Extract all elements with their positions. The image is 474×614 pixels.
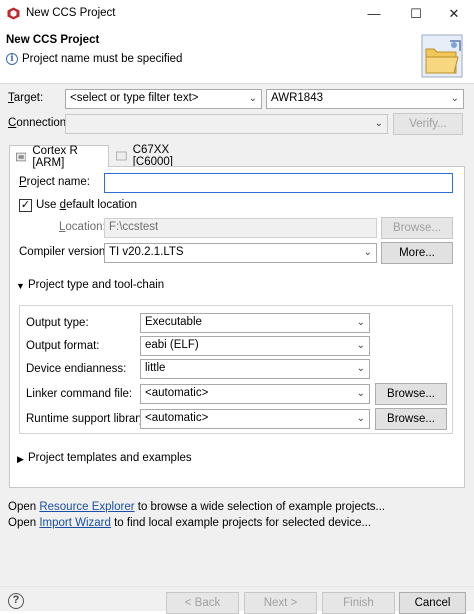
output-format-combo[interactable]: eabi (ELF) ⌄ [140,336,370,356]
minimize-icon: — [367,6,381,21]
verify-button[interactable]: Verify... [393,113,463,135]
use-default-location-checkbox[interactable]: ✓ [19,199,32,212]
more-button[interactable]: More... [381,242,453,264]
tab-label: C67XX [C6000] [132,144,173,168]
device-value: AWR1843 [271,92,323,104]
help-icon[interactable]: ? [8,593,24,609]
location-label: Location: [59,221,106,233]
browse-label: Browse... [387,413,435,425]
more-label: More... [399,247,435,259]
footer-divider [0,586,474,587]
title-bar: New CCS Project — ☐ ✕ [0,0,474,27]
target-filter-combo[interactable]: <select or type filter text> ⌄ [65,89,262,109]
project-name-label: Project name: [19,176,90,188]
import-wizard-link[interactable]: Import Wizard [39,517,111,529]
templates-section-label[interactable]: Project templates and examples [28,452,192,464]
runtime-support-library-label: Runtime support library: [26,413,149,425]
line-suffix: to find local example projects for selec… [110,517,372,529]
processor-icon [116,151,127,161]
location-browse-button[interactable]: Browse... [381,217,453,239]
location-input[interactable]: F:\ccstest [104,218,377,238]
target-filter-text: <select or type filter text> [70,92,199,104]
close-button[interactable]: ✕ [434,0,474,27]
wizard-header: New CCS Project i Project name must be s… [0,27,474,84]
linker-command-file-value: <automatic> [145,387,209,399]
runtime-browse-button[interactable]: Browse... [375,408,447,430]
maximize-button[interactable]: ☐ [396,0,436,27]
compiler-version-label: Compiler version: [19,246,109,258]
new-project-folder-icon [421,34,463,78]
device-combo[interactable]: AWR1843 ⌄ [266,89,464,109]
device-endianness-label: Device endianness: [26,363,127,375]
compiler-version-combo[interactable]: TI v20.2.1.LTS ⌄ [104,243,377,263]
minimize-button[interactable]: — [354,0,394,27]
tab-cortex-r[interactable]: Cortex R [ARM] [9,144,109,169]
chevron-down-icon[interactable]: ⌄ [364,247,372,258]
verify-label: Verify... [409,118,447,130]
tab-c67xx[interactable]: C67XX [C6000] [110,144,210,168]
linker-command-file-combo[interactable]: <automatic> ⌄ [140,384,370,404]
chevron-down-icon[interactable]: ⌄ [357,363,365,374]
output-format-label: Output format: [26,340,100,352]
line-prefix: Open [8,517,40,529]
page-title: New CCS Project [6,34,100,46]
info-icon: i [6,53,18,65]
connection-combo[interactable]: ⌄ [65,114,388,134]
target-label: Target: [8,92,44,104]
checkmark-icon: ✓ [20,199,31,211]
device-endianness-value: little [145,362,166,374]
compiler-version-value: TI v20.2.1.LTS [109,246,184,258]
browse-label: Browse... [393,222,441,234]
processor-icon [16,152,27,161]
window-title: New CCS Project [26,7,116,19]
runtime-support-library-value: <automatic> [145,412,209,424]
back-label: < Back [184,597,221,609]
browse-label: Browse... [387,388,435,400]
import-wizard-line: Open Import Wizard to find local example… [8,517,371,529]
triangle-down-icon[interactable]: ▼ [16,281,25,291]
cancel-label: Cancel [414,597,451,609]
tab-label: Cortex R [ARM] [32,144,78,169]
project-name-input[interactable] [104,173,453,193]
chevron-down-icon[interactable]: ⌄ [357,340,365,351]
use-default-location-label[interactable]: Use default location [36,199,137,211]
location-value: F:\ccstest [109,221,159,233]
next-label: Next > [263,597,298,609]
connection-label: Connection: [8,117,70,129]
resource-explorer-link[interactable]: Resource Explorer [39,501,134,513]
toolchain-section-label[interactable]: Project type and tool-chain [28,279,164,291]
validation-message: Project name must be specified [22,53,183,65]
device-endianness-combo[interactable]: little ⌄ [140,359,370,379]
chevron-down-icon[interactable]: ⌄ [375,118,383,129]
new-ccs-project-dialog: New CCS Project — ☐ ✕ New CCS Project i … [0,0,474,614]
line-suffix: to browse a wide selection of example pr… [134,501,386,513]
output-type-combo[interactable]: Executable ⌄ [140,313,370,333]
triangle-right-icon[interactable]: ▶ [17,454,24,465]
linker-command-file-label: Linker command file: [26,388,133,400]
output-type-label: Output type: [26,317,89,329]
output-format-value: eabi (ELF) [145,339,199,351]
chevron-down-icon[interactable]: ⌄ [249,93,257,104]
chevron-down-icon[interactable]: ⌄ [357,317,365,328]
ccs-app-icon [7,7,20,20]
close-icon: ✕ [448,5,460,21]
chevron-down-icon[interactable]: ⌄ [357,413,365,424]
line-prefix: Open [8,501,40,513]
output-type-value: Executable [145,316,202,328]
finish-label: Finish [343,597,374,609]
resource-explorer-line: Open Resource Explorer to browse a wide … [8,501,385,513]
chevron-down-icon[interactable]: ⌄ [451,93,459,104]
linker-browse-button[interactable]: Browse... [375,383,447,405]
chevron-down-icon[interactable]: ⌄ [357,388,365,399]
runtime-support-library-combo[interactable]: <automatic> ⌄ [140,409,370,429]
maximize-icon: ☐ [410,5,422,21]
